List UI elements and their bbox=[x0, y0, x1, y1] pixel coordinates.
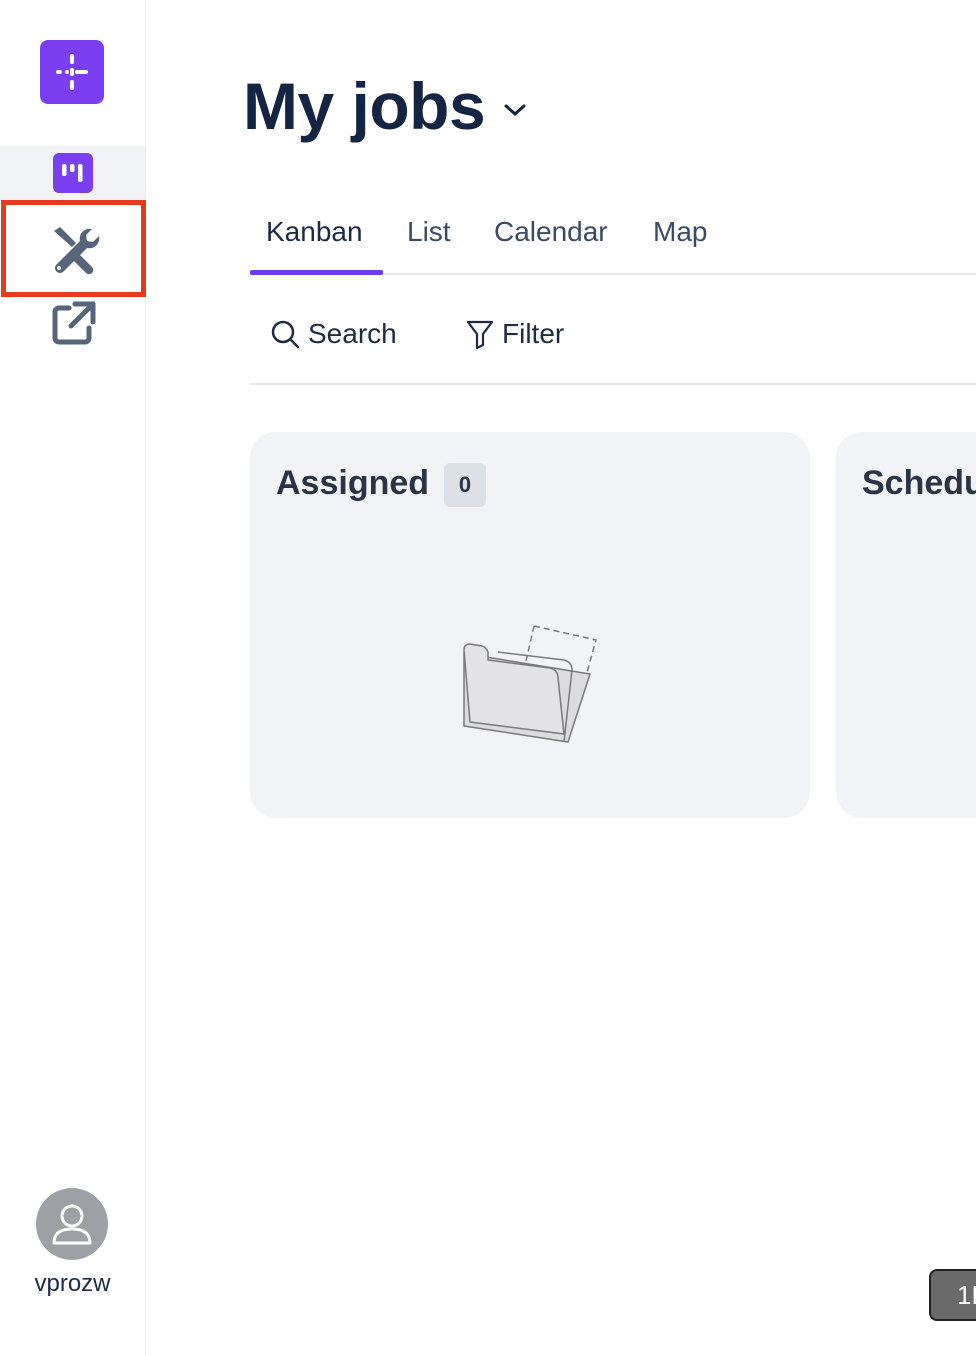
filter-label: Filter bbox=[502, 318, 565, 349]
column-title: Assigned bbox=[276, 464, 430, 502]
floating-chip[interactable]: 1P bbox=[929, 1269, 976, 1321]
kanban-board-icon bbox=[52, 153, 93, 193]
search-icon bbox=[271, 320, 300, 349]
tab-map[interactable]: Map bbox=[653, 210, 707, 273]
column-title: Schedu bbox=[862, 464, 976, 502]
external-link-icon bbox=[52, 301, 95, 345]
tab-kanban[interactable]: Kanban bbox=[266, 210, 363, 273]
kanban-column-scheduled: Schedu bbox=[836, 432, 976, 818]
page-title: My jobs bbox=[243, 69, 486, 143]
sidebar-item-tools[interactable] bbox=[1, 200, 146, 297]
brand-logo[interactable] bbox=[40, 40, 104, 104]
kanban-column-assigned: Assigned 0 bbox=[250, 432, 810, 818]
search-button[interactable]: Search bbox=[270, 312, 397, 356]
view-tabs: Kanban List Calendar Map bbox=[250, 210, 976, 275]
app-window: vprozw My jobs Kanban List Calendar Map bbox=[0, 0, 976, 1356]
logo-mark-icon bbox=[56, 54, 88, 90]
filter-icon bbox=[466, 320, 494, 349]
tab-list[interactable]: List bbox=[407, 210, 451, 273]
search-label: Search bbox=[308, 318, 397, 349]
page-title-dropdown[interactable]: My jobs bbox=[243, 66, 527, 146]
active-tab-indicator bbox=[250, 270, 383, 275]
user-icon bbox=[52, 1204, 92, 1245]
filter-button[interactable]: Filter bbox=[466, 312, 564, 356]
avatar[interactable] bbox=[36, 1188, 108, 1260]
count-badge: 0 bbox=[444, 463, 486, 507]
main-content: My jobs Kanban List Calendar Map Search bbox=[146, 0, 976, 1356]
sidebar-item-external-link[interactable] bbox=[0, 296, 145, 352]
sidebar-item-board[interactable] bbox=[0, 146, 145, 200]
tools-icon bbox=[53, 226, 99, 274]
chevron-down-icon bbox=[503, 102, 527, 118]
username[interactable]: vprozw bbox=[0, 1270, 145, 1298]
tab-calendar[interactable]: Calendar bbox=[494, 210, 608, 273]
empty-folder-icon bbox=[460, 622, 600, 767]
toolbar: Search Filter bbox=[250, 300, 976, 385]
sidebar: vprozw bbox=[0, 0, 146, 1356]
